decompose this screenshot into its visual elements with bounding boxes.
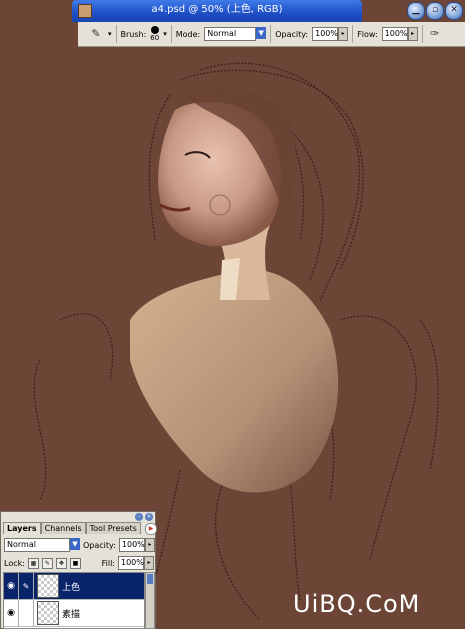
lock-label: Lock: (4, 558, 25, 568)
brush-picker[interactable]: 60 (150, 26, 159, 42)
layer-thumbnail (37, 574, 59, 598)
window-controls: ▁ ▫ ✕ (407, 2, 464, 22)
opacity-stepper-icon[interactable]: ▸ (338, 27, 349, 41)
document-title: a4.psd @ 50% (上色, RGB) (151, 4, 283, 15)
palette-minimize-icon[interactable]: – (135, 513, 143, 521)
brush-label: Brush: (120, 29, 147, 39)
layers-palette: – × Layers Channels Tool Presets ▶ Norma… (0, 511, 157, 629)
scrollbar-thumb[interactable] (147, 574, 153, 584)
brush-tool-icon[interactable]: ✎ (88, 26, 104, 42)
layer-list-scrollbar[interactable] (145, 572, 155, 629)
brush-tip-icon (150, 26, 159, 34)
blend-mode-value: Normal (4, 538, 70, 552)
palette-menu-icon[interactable]: ▶ (145, 523, 157, 535)
tab-layers[interactable]: Layers (3, 522, 41, 534)
layer-thumbnail (37, 601, 59, 625)
separator (115, 25, 117, 43)
lock-position-icon[interactable]: ✥ (55, 557, 67, 569)
blend-dropdown-icon[interactable]: ▼ (70, 538, 80, 550)
layer-link-icon[interactable] (19, 600, 34, 626)
visibility-eye-icon[interactable]: ◉ (4, 573, 19, 599)
brush-size: 60 (150, 34, 160, 42)
layer-name: 上色 (62, 582, 81, 593)
blend-row: Normal ▼ Opacity: 100% ▸ (4, 538, 155, 552)
opacity-field[interactable]: 100% ▸ (312, 27, 349, 41)
flow-value: 100% (381, 27, 408, 41)
mode-value: Normal (204, 27, 257, 41)
separator (270, 25, 272, 43)
separator (352, 25, 354, 43)
fill-value: 100% (118, 556, 144, 570)
maximize-button[interactable]: ▫ (426, 2, 444, 20)
options-bar: ✎ ▾ Brush: 60 ▾ Mode: Normal ▼ Opacity: … (78, 22, 465, 47)
mode-dropdown-icon[interactable]: ▼ (256, 27, 267, 39)
flow-stepper-icon[interactable]: ▸ (407, 27, 418, 41)
separator (421, 25, 423, 43)
maximize-icon: ▫ (431, 5, 439, 15)
close-button[interactable]: ✕ (445, 2, 463, 20)
lock-image-icon[interactable]: ✎ (41, 557, 53, 569)
layer-list: ◉ ✎ 上色 ◉ 素描 (3, 572, 145, 629)
minimize-button[interactable]: ▁ (407, 2, 425, 20)
layer-opacity-stepper-icon[interactable]: ▸ (144, 538, 155, 552)
mode-select[interactable]: Normal ▼ (204, 27, 267, 41)
tool-preset-arrow-icon[interactable]: ▾ (108, 30, 112, 38)
layer-brush-icon[interactable]: ✎ (19, 573, 34, 599)
airbrush-icon[interactable]: ✑ (427, 26, 443, 42)
lock-row: Lock: ▦ ✎ ✥ ■ Fill: 100% ▸ (4, 556, 154, 570)
layer-opacity-field[interactable]: 100% ▸ (118, 538, 155, 552)
layer-opacity-label: Opacity: (83, 540, 116, 550)
fill-field[interactable]: 100% ▸ (118, 556, 154, 570)
palette-tabs: Layers Channels Tool Presets (3, 522, 141, 534)
minimize-icon: ▁ (412, 5, 420, 15)
palette-close-icon[interactable]: × (145, 513, 153, 521)
fill-label: Fill: (101, 558, 115, 568)
layer-row[interactable]: ◉ 素描 (4, 600, 144, 627)
blend-mode-select[interactable]: Normal ▼ (4, 538, 80, 552)
document-title-bar[interactable]: a4.psd @ 50% (上色, RGB) (72, 0, 362, 22)
mode-label: Mode: (175, 29, 201, 39)
separator (170, 25, 172, 43)
tab-channels[interactable]: Channels (40, 522, 86, 534)
flow-field[interactable]: 100% ▸ (381, 27, 418, 41)
lock-all-icon[interactable]: ■ (69, 557, 81, 569)
opacity-value: 100% (312, 27, 339, 41)
fill-stepper-icon[interactable]: ▸ (144, 556, 154, 570)
lock-transparency-icon[interactable]: ▦ (27, 557, 39, 569)
tab-tool-presets[interactable]: Tool Presets (85, 522, 141, 534)
palette-controls: – × (133, 512, 157, 522)
layer-row[interactable]: ◉ ✎ 上色 (4, 573, 144, 600)
layer-name: 素描 (62, 609, 81, 620)
brush-dropdown-icon[interactable]: ▾ (163, 30, 167, 38)
layer-opacity-value: 100% (118, 538, 145, 552)
opacity-label: Opacity: (275, 29, 309, 39)
visibility-eye-icon[interactable]: ◉ (4, 600, 19, 626)
close-icon: ✕ (450, 5, 458, 15)
flow-label: Flow: (357, 29, 378, 39)
document-icon (78, 4, 92, 18)
watermark: UiBQ.CoM (293, 590, 421, 618)
